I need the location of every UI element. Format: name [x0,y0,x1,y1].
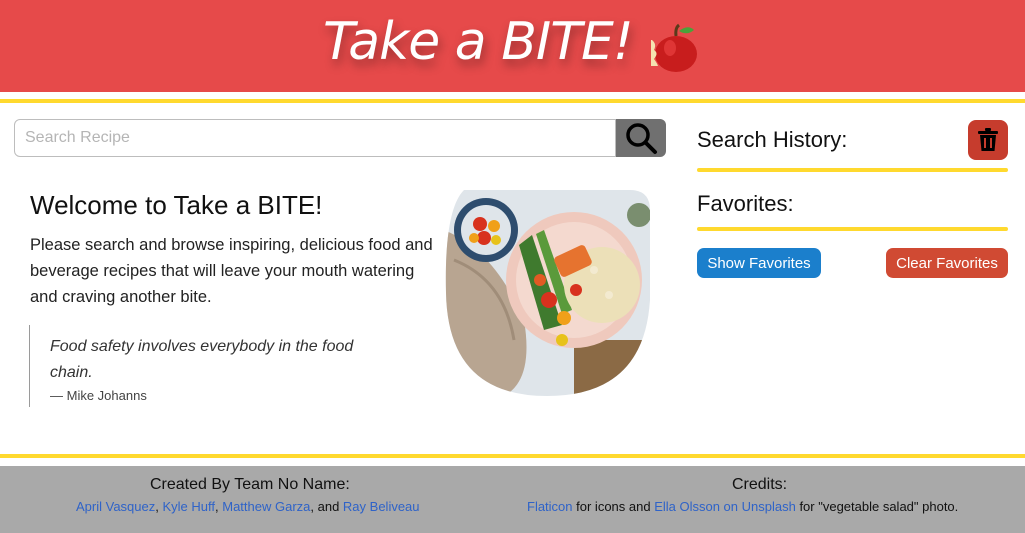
member-link-ray[interactable]: Ray Beliveau [343,499,420,514]
search-input[interactable] [14,119,616,157]
quote-block: Food safety involves everybody in the fo… [29,325,410,407]
unsplash-link[interactable]: Ella Olsson on Unsplash [654,499,796,514]
header: Take a BITE! [0,0,1025,92]
quote-text: Food safety involves everybody in the fo… [50,338,354,381]
credits-text-part: for icons and [572,499,655,514]
quote-author: — Mike Johanns [50,388,147,403]
show-favorites-button[interactable]: Show Favorites [697,248,821,278]
search-history-title: Search History: [697,127,848,152]
separator: , and [310,499,343,514]
search-bar [14,119,666,157]
team-title: Created By Team No Name: [150,476,350,493]
credits-text-part: for "vegetable salad" photo. [795,499,959,514]
welcome-title: Welcome to Take a BITE! [30,190,323,220]
welcome-text: Please search and browse inspiring, deli… [30,236,433,306]
header-divider [0,99,1025,103]
credits-text: Flaticon for icons and Ella Olsson on Un… [527,499,958,514]
clear-favorites-button[interactable]: Clear Favorites [886,248,1008,278]
search-icon [626,123,657,154]
clear-history-button[interactable] [968,120,1008,160]
team-members: April Vasquez, Kyle Huff, Matthew Garza,… [76,499,420,514]
apple-icon [651,23,697,72]
favorites-divider [697,227,1008,231]
history-divider [697,168,1008,172]
flaticon-link[interactable]: Flaticon [527,499,573,514]
favorites-title: Favorites: [697,191,794,216]
member-link-matthew[interactable]: Matthew Garza [222,499,310,514]
search-button[interactable] [616,119,666,157]
site-title: Take a BITE! [323,12,634,72]
member-link-kyle[interactable]: Kyle Huff [162,499,215,514]
footer-divider [0,454,1025,458]
footer: Created By Team No Name: April Vasquez, … [0,466,1025,533]
credits-title: Credits: [732,476,788,493]
trash-icon [978,128,998,151]
member-link-april[interactable]: April Vasquez [76,499,155,514]
vegetable-salad-photo [445,190,650,396]
